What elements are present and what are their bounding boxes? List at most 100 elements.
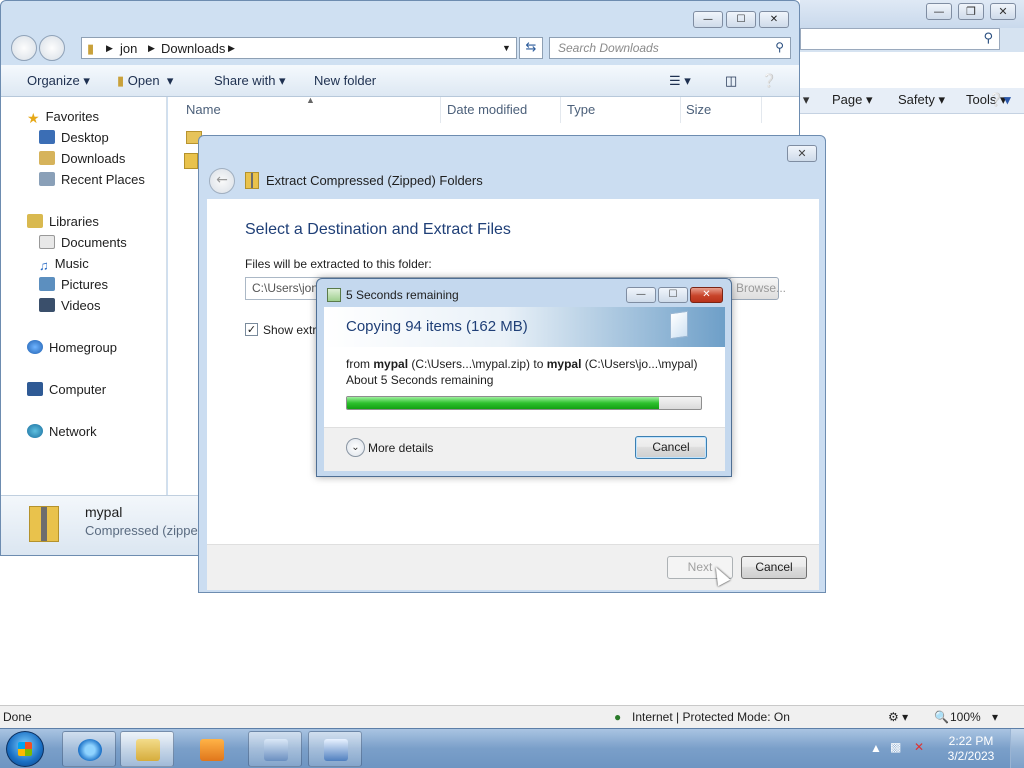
forward-button[interactable]	[39, 35, 65, 61]
copy-maximize-button[interactable]: ☐	[658, 287, 688, 303]
browse-button[interactable]: Browse...	[729, 277, 786, 300]
start-button[interactable]	[6, 731, 44, 767]
explorer-minimize-button[interactable]: —	[693, 11, 723, 28]
taskbar-extract-wizard[interactable]	[308, 731, 362, 767]
help-icon[interactable]: ❔	[761, 73, 777, 89]
view-options-icon[interactable]: ☰ ▾	[669, 73, 691, 89]
more-details-toggle[interactable]: More details	[368, 441, 433, 455]
ie-minimize-button[interactable]: —	[926, 3, 952, 20]
nav-recent-places[interactable]: Recent Places	[39, 172, 145, 187]
nav-homegroup[interactable]: Homegroup	[27, 340, 117, 355]
nav-videos[interactable]: Videos	[39, 298, 101, 313]
ie-restore-button[interactable]: ❐	[958, 3, 984, 20]
refresh-button[interactable]: ⇆	[519, 37, 543, 59]
column-name[interactable]: Name	[186, 102, 221, 117]
breadcrumb[interactable]: ▮ ▶ jon ▶ Downloads ▶ ▼	[81, 37, 517, 59]
taskbar-windows-explorer[interactable]	[120, 731, 174, 767]
nav-libraries[interactable]: Libraries	[27, 214, 99, 229]
sort-up-icon: ▲	[306, 95, 315, 105]
ie-zone-text: Internet | Protected Mode: On	[632, 710, 790, 724]
wizard-heading: Select a Destination and Extract Files	[245, 221, 511, 238]
downloads-icon	[39, 151, 55, 165]
ie-zoom-dropdown[interactable]: ▾	[992, 710, 998, 724]
computer-icon	[264, 739, 288, 761]
copy-from-to: from mypal (C:\Users...\mypal.zip) to my…	[346, 357, 698, 371]
nav-network[interactable]: Network	[27, 424, 97, 439]
show-hidden-icons[interactable]: ▲	[870, 741, 882, 755]
nav-pictures[interactable]: Pictures	[39, 277, 108, 292]
ie-zoom-icon[interactable]: 🔍	[934, 710, 949, 724]
ie-security-icon[interactable]: ⚙ ▾	[888, 710, 908, 724]
source-name[interactable]: mypal	[373, 357, 408, 371]
search-placeholder: Search Downloads	[558, 41, 659, 55]
folder-icon	[136, 739, 160, 761]
chevron-down-icon[interactable]: ⌄	[346, 438, 365, 457]
progress-fill	[347, 397, 659, 409]
folder-icon: ▮	[117, 73, 125, 88]
open-button[interactable]: ▮ Open ▾	[117, 73, 173, 89]
progress-bar	[346, 396, 702, 410]
chevron-right-icon[interactable]: ▶	[148, 43, 155, 54]
taskbar-internet-explorer[interactable]	[62, 731, 116, 767]
ie-cmd-safety[interactable]: Safety ▾	[898, 92, 945, 108]
organize-button[interactable]: Organize ▾	[27, 73, 90, 89]
copy-banner: Copying 94 items (162 MB)	[324, 307, 725, 347]
chevron-right-icon[interactable]: ▶	[228, 43, 235, 54]
column-type[interactable]: Type	[567, 102, 595, 117]
chevron-right-icon[interactable]: ▶	[106, 43, 113, 54]
nav-music[interactable]: ♫ Music	[39, 256, 89, 273]
nav-desktop[interactable]: Desktop	[39, 130, 109, 145]
clock[interactable]: 2:22 PM 3/2/2023	[936, 734, 1006, 764]
details-type: Compressed (zipped)	[85, 523, 210, 538]
explorer-nav-row: ▮ ▶ jon ▶ Downloads ▶ ▼ ⇆ Search Downloa…	[1, 31, 799, 63]
nav-downloads[interactable]: Downloads	[39, 151, 125, 166]
copy-footer: ⌄ More details Cancel	[324, 427, 725, 471]
copy-minimize-button[interactable]: —	[626, 287, 656, 303]
music-icon: ♫	[39, 258, 49, 273]
show-desktop-button[interactable]	[1010, 729, 1024, 768]
network-icon[interactable]: ▩	[890, 740, 901, 754]
copy-body: from mypal (C:\Users...\mypal.zip) to my…	[324, 347, 725, 427]
ie-cmd-page[interactable]: Page ▾	[832, 92, 873, 108]
ie-close-button[interactable]: ✕	[990, 3, 1016, 20]
nav-computer[interactable]: Computer	[27, 382, 106, 397]
column-date-modified[interactable]: Date modified	[447, 102, 527, 117]
show-files-checkbox[interactable]: ✓	[245, 323, 258, 336]
ie-zoom-level[interactable]: 100%	[950, 710, 981, 724]
wizard-close-button[interactable]: ✕	[787, 145, 817, 162]
wizard-cancel-button[interactable]: Cancel	[741, 556, 807, 579]
column-size[interactable]: Size	[686, 102, 711, 117]
zip-folder-icon[interactable]	[184, 153, 198, 169]
nav-documents[interactable]: Documents	[39, 235, 127, 250]
new-folder-button[interactable]: New folder	[314, 73, 376, 88]
help-icon[interactable]: ❔▾	[988, 92, 1011, 108]
volume-muted-icon[interactable]: ✕	[914, 740, 924, 754]
ie-search-box[interactable]: ⚲	[800, 28, 1000, 50]
taskbar-copy-progress[interactable]	[248, 731, 302, 767]
taskbar-media-player[interactable]	[184, 731, 238, 767]
search-icon[interactable]: ⚲	[775, 40, 784, 54]
folder-icon: ▮	[87, 41, 95, 56]
breadcrumb-jon[interactable]: jon	[120, 41, 137, 56]
breadcrumb-downloads[interactable]: Downloads	[161, 41, 225, 56]
search-input[interactable]: Search Downloads ⚲	[549, 37, 791, 59]
share-with-button[interactable]: Share with ▾	[214, 73, 286, 89]
copy-heading: Copying 94 items (162 MB)	[346, 318, 528, 335]
star-icon: ★	[27, 110, 40, 126]
recent-places-icon	[39, 172, 55, 186]
window-icon	[324, 739, 348, 761]
back-button[interactable]	[11, 35, 37, 61]
destination-label: Files will be extracted to this folder:	[245, 257, 432, 271]
preview-pane-icon[interactable]: ◫	[725, 73, 737, 89]
explorer-maximize-button[interactable]: ☐	[726, 11, 756, 28]
destination-name[interactable]: mypal	[547, 357, 582, 371]
wizard-back-button[interactable]: ←	[209, 168, 235, 194]
explorer-close-button[interactable]: ✕	[759, 11, 789, 28]
copy-cancel-button[interactable]: Cancel	[635, 436, 707, 459]
ie-address-area: ⚲	[800, 28, 1024, 52]
search-icon[interactable]: ⚲	[983, 31, 993, 46]
chevron-down-icon[interactable]: ▼	[502, 43, 511, 53]
homegroup-icon	[27, 340, 43, 354]
copy-close-button[interactable]: ✕	[690, 287, 723, 303]
nav-favorites[interactable]: ★ Favorites	[27, 109, 99, 126]
